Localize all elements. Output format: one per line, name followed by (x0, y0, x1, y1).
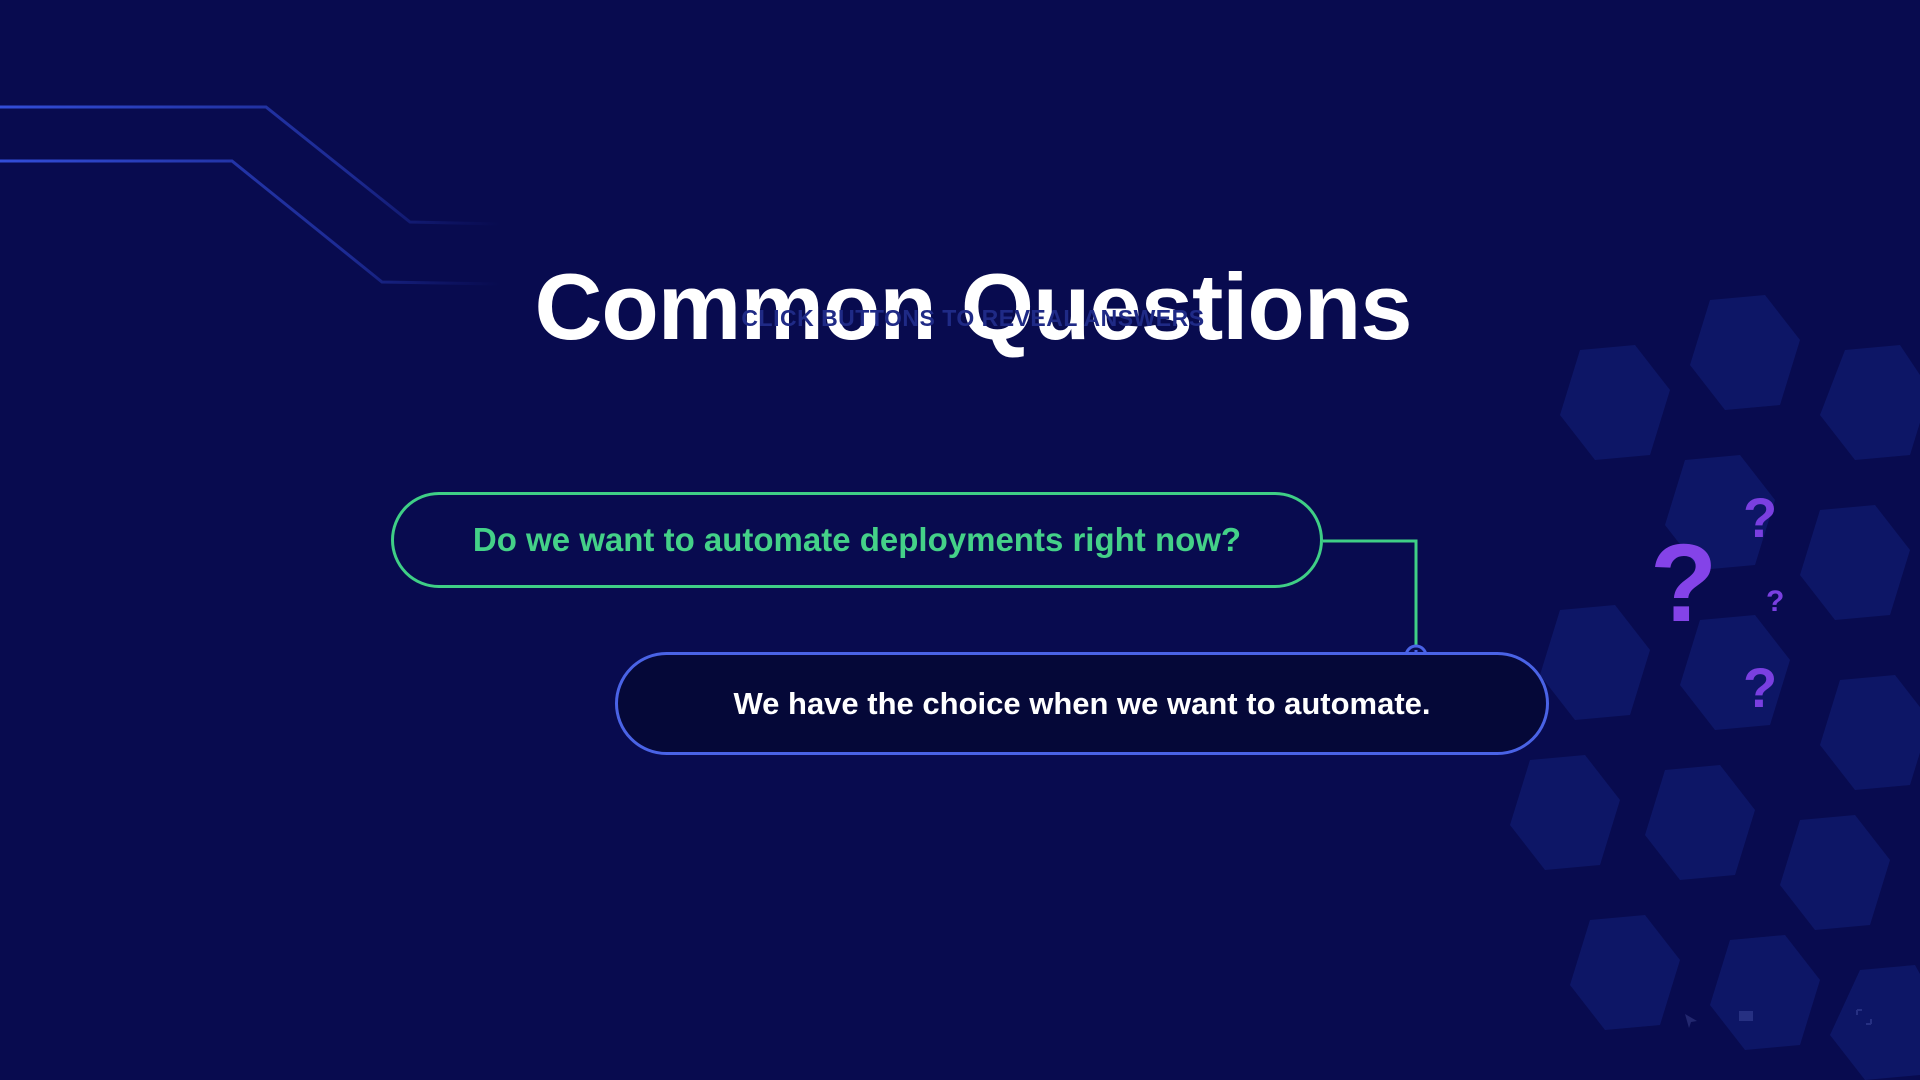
question-mark-icon: ? (1743, 656, 1778, 719)
hexagon-pattern-decoration (1510, 295, 1920, 1080)
question-mark-icon: ? (1743, 486, 1778, 549)
page-subtitle: CLICK BUTTONS TO REVEAL ANSWERS (741, 305, 1205, 331)
slide: ? ? ? ? Common Questions CLICK BUTTONS T… (0, 0, 1920, 1080)
expand-icon (1856, 1009, 1872, 1025)
question-button[interactable]: Do we want to automate deployments right… (391, 492, 1323, 588)
answer-button[interactable]: We have the choice when we want to autom… (615, 652, 1549, 755)
cursor-icon (1685, 1014, 1697, 1028)
screen-icon (1739, 1011, 1753, 1021)
question-mark-icon: ? (1766, 585, 1785, 618)
question-mark-icon: ? (1650, 522, 1718, 645)
